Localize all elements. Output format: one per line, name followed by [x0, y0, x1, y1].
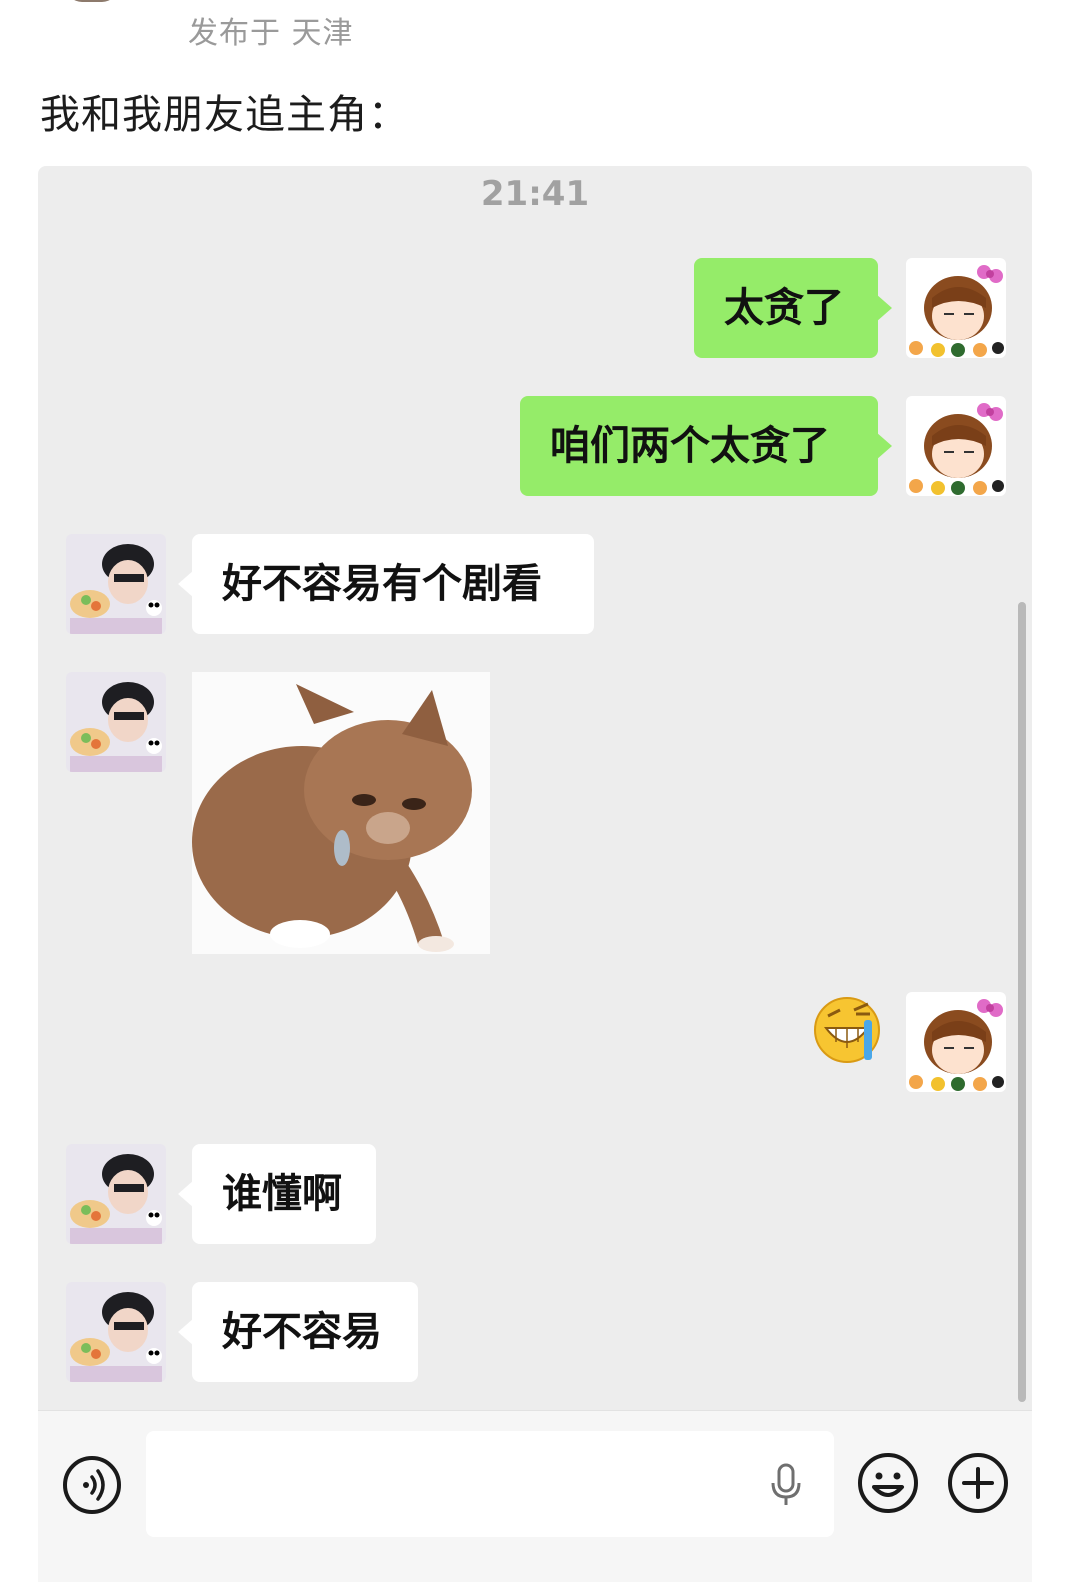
boy-photo-avatar-icon	[66, 1144, 166, 1244]
post-text: 我和我朋友追主角：	[40, 92, 409, 138]
boy-photo-avatar-icon	[66, 672, 166, 772]
chat-timestamp: 21:41	[480, 174, 590, 214]
my-avatar[interactable]	[906, 992, 1006, 1092]
grin-tears-emoji[interactable]	[810, 990, 884, 1064]
friend-avatar[interactable]	[66, 534, 166, 634]
chat-input-bar	[38, 1410, 1032, 1582]
cartoon-girl-avatar-icon	[906, 992, 1006, 1092]
microphone-icon[interactable]	[768, 1463, 804, 1507]
chat-scrollbar[interactable]	[1018, 602, 1026, 1402]
voice-icon[interactable]	[62, 1455, 122, 1515]
plus-icon[interactable]	[946, 1451, 1010, 1515]
message-bubble-received[interactable]: 好不容易有个剧看	[178, 534, 594, 634]
message-bubble-sent[interactable]: 太贪了	[694, 258, 892, 358]
friend-avatar[interactable]	[66, 1282, 166, 1382]
poster-avatar[interactable]	[66, 0, 118, 2]
chat-screenshot: 21:41 太贪了 咱们两个太贪了 好不容易有个剧看 谁懂啊 好不容易	[38, 166, 1032, 1582]
my-avatar[interactable]	[906, 258, 1006, 358]
boy-photo-avatar-icon	[66, 534, 166, 634]
cartoon-girl-avatar-icon	[906, 258, 1006, 358]
message-bubble-received[interactable]: 好不容易	[178, 1282, 418, 1382]
grin-tears-emoji-icon	[814, 997, 880, 1063]
message-input[interactable]	[146, 1431, 834, 1537]
my-avatar[interactable]	[906, 396, 1006, 496]
cartoon-girl-avatar-icon	[906, 396, 1006, 496]
sad-kitten-sticker[interactable]	[192, 672, 490, 954]
post-location: 发布于 天津	[188, 16, 354, 51]
kitten-sticker-icon	[192, 672, 490, 954]
friend-avatar[interactable]	[66, 672, 166, 772]
message-bubble-sent[interactable]: 咱们两个太贪了	[520, 396, 892, 496]
friend-avatar[interactable]	[66, 1144, 166, 1244]
boy-photo-avatar-icon	[66, 1282, 166, 1382]
message-bubble-received[interactable]: 谁懂啊	[178, 1144, 376, 1244]
emoji-icon[interactable]	[856, 1451, 920, 1515]
